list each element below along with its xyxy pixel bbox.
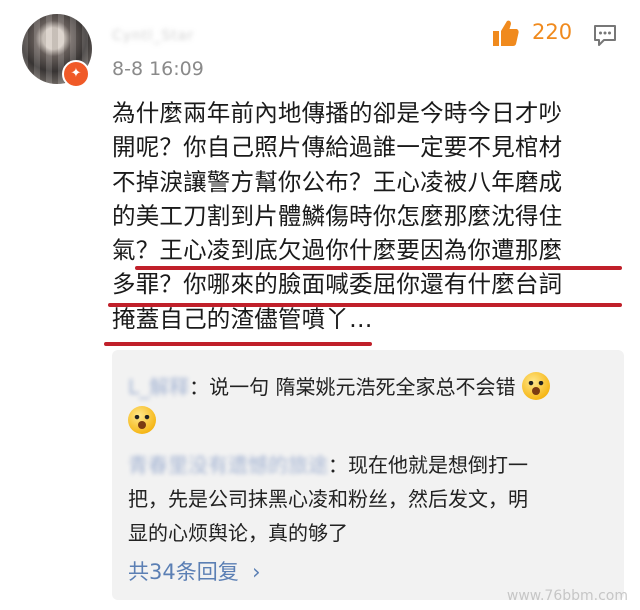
more-replies-label: 共34条回复: [128, 560, 239, 584]
comment-body: 為什麼兩年前內地傳播的卻是今時今日才吵 開呢？你自己照片傳給過誰一定要不見棺材 …: [112, 96, 624, 336]
reply-text: 显的心烦舆论，真的够了: [128, 521, 348, 545]
reply-username[interactable]: L_解释: [128, 375, 189, 399]
reply-username[interactable]: 青春里没有遗憾的旅途: [128, 453, 328, 477]
comment-header: ✦ Cyntl_Star 8-8 16:09 220: [0, 0, 640, 92]
reply-text: ：现在他就是想倒打一: [328, 453, 528, 477]
comment-line: 不掉淚讓警方幫你公布？王心凌被八年磨成: [112, 167, 563, 196]
replies-panel: L_解释：说一句 隋棠姚元浩死全家总不会错 青春里没有遗憾的旅途：现在他就是想倒…: [112, 350, 624, 600]
username[interactable]: Cyntl_Star: [112, 26, 228, 46]
more-replies-link[interactable]: 共34条回复 ›: [128, 556, 261, 586]
shocked-emoji-icon: [128, 406, 156, 434]
like-count: 220: [532, 20, 573, 44]
chevron-right-icon: ›: [245, 560, 261, 584]
comment-line: 氣？王心凌到底欠過你什麼要因為你遭那麼: [112, 236, 563, 265]
reply-text: 把，先是公司抹黑心凌和粉丝，然后发文，明: [128, 487, 528, 511]
comment-line: 的美工刀割到片體鱗傷時你怎麼那麼沈得住: [112, 201, 563, 230]
like-icon[interactable]: [490, 18, 520, 48]
shocked-emoji-icon: [521, 372, 550, 400]
comment-line: 多罪？你哪來的臉面喊委屈你還有什麼台詞: [112, 270, 563, 299]
highlight-underline: [108, 303, 622, 307]
comment-line: 開呢？你自己照片傳給過誰一定要不見棺材: [112, 133, 563, 162]
highlight-underline: [104, 342, 372, 346]
reply-item[interactable]: L_解释：说一句 隋棠姚元浩死全家总不会错: [128, 370, 608, 438]
reply-icon[interactable]: [592, 22, 618, 48]
reply-item[interactable]: 青春里没有遗憾的旅途：现在他就是想倒打一 把，先是公司抹黑心凌和粉丝，然后发文，…: [128, 448, 608, 550]
highlight-underline: [135, 266, 622, 270]
vip-badge-icon: ✦: [62, 60, 90, 88]
timestamp: 8-8 16:09: [112, 58, 204, 80]
comment-line: 為什麼兩年前內地傳播的卻是今時今日才吵: [112, 99, 563, 127]
reply-text: ：说一句 隋棠姚元浩死全家总不会错: [189, 375, 516, 399]
watermark: www.76bbm.com: [506, 588, 628, 604]
